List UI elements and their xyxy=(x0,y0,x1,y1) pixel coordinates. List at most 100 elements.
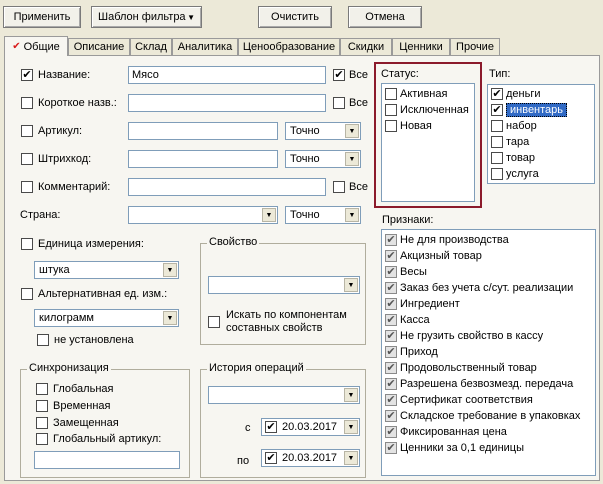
type-set-checkbox[interactable] xyxy=(491,120,503,132)
unit-label: Единица измерения: xyxy=(38,238,144,250)
attribute-item[interactable]: ✔ Приход xyxy=(385,344,438,360)
country-select[interactable]: ▼ xyxy=(128,206,278,224)
sync-global-checkbox[interactable] xyxy=(36,383,48,395)
attribute-checkbox[interactable]: ✔ xyxy=(385,250,397,262)
chevron-down-icon: ▼ xyxy=(163,311,177,325)
status-excluded-checkbox[interactable] xyxy=(385,104,397,116)
attribute-item[interactable]: ✔ Ингредиент xyxy=(385,296,460,312)
not-set-checkbox[interactable] xyxy=(37,334,49,346)
unit-checkbox[interactable] xyxy=(21,238,33,250)
article-mode-select[interactable]: Точно ▼ xyxy=(285,122,361,140)
attribute-checkbox[interactable]: ✔ xyxy=(385,330,397,342)
country-mode-select[interactable]: Точно ▼ xyxy=(285,206,361,224)
status-new-checkbox[interactable] xyxy=(385,120,397,132)
global-article-input[interactable] xyxy=(34,451,180,469)
type-item-inventory[interactable]: ✔ инвентарь xyxy=(491,102,568,118)
attribute-item[interactable]: ✔ Фиксированная цена xyxy=(385,424,507,440)
attributes-list: ✔ Не для производства ✔ Акцизный товар ✔ Ве… xyxy=(381,229,596,476)
type-money-checkbox[interactable]: ✔ xyxy=(491,88,503,100)
short-name-checkbox[interactable] xyxy=(21,97,33,109)
attribute-item[interactable]: ✔ Продовольственный товар xyxy=(385,360,537,376)
tab-price-tags[interactable]: Ценники xyxy=(392,38,450,55)
short-name-all-checkbox[interactable] xyxy=(333,97,345,109)
type-inventory-checkbox[interactable]: ✔ xyxy=(491,104,503,116)
tab-warehouse[interactable]: Склад xyxy=(130,38,172,55)
type-item-goods[interactable]: товар xyxy=(491,150,535,166)
status-item-new[interactable]: Новая xyxy=(385,118,432,134)
alt-unit-select[interactable]: килограмм ▼ xyxy=(34,309,179,327)
history-select[interactable]: ▼ xyxy=(208,386,360,404)
sync-replaced-checkbox[interactable] xyxy=(36,417,48,429)
attribute-checkbox[interactable]: ✔ xyxy=(385,442,397,454)
type-container-checkbox[interactable] xyxy=(491,136,503,148)
type-item-set[interactable]: набор xyxy=(491,118,537,134)
attribute-checkbox[interactable]: ✔ xyxy=(385,234,397,246)
attribute-checkbox[interactable]: ✔ xyxy=(385,346,397,358)
cancel-button[interactable]: Отмена xyxy=(348,6,422,28)
short-name-input[interactable] xyxy=(128,94,326,112)
attribute-item[interactable]: ✔ Разрешена безвозмезд. передача xyxy=(385,376,573,392)
search-components-checkbox[interactable] xyxy=(208,316,220,328)
type-item-money[interactable]: ✔ деньги xyxy=(491,86,541,102)
attribute-checkbox[interactable]: ✔ xyxy=(385,362,397,374)
filter-template-button[interactable]: Шаблон фильтра ▼ xyxy=(91,6,202,28)
name-input[interactable]: Мясо xyxy=(128,66,326,84)
attribute-item[interactable]: ✔ Не грузить свойство в кассу xyxy=(385,328,543,344)
status-item-active[interactable]: Активная xyxy=(385,86,447,102)
barcode-checkbox[interactable] xyxy=(21,153,33,165)
history-to-checkbox[interactable]: ✔ xyxy=(265,452,277,464)
attribute-checkbox[interactable]: ✔ xyxy=(385,378,397,390)
name-checkbox[interactable]: ✔ xyxy=(21,69,33,81)
attribute-checkbox[interactable]: ✔ xyxy=(385,426,397,438)
tab-description[interactable]: Описание xyxy=(68,38,130,55)
article-checkbox[interactable] xyxy=(21,125,33,137)
type-service-checkbox[interactable] xyxy=(491,168,503,180)
filter-template-label: Шаблон фильтра xyxy=(98,11,186,23)
clear-button[interactable]: Очистить xyxy=(258,6,332,28)
comment-label: Комментарий: xyxy=(38,181,111,193)
sync-temporary-checkbox[interactable] xyxy=(36,400,48,412)
name-all-checkbox[interactable]: ✔ xyxy=(333,69,345,81)
attribute-checkbox[interactable]: ✔ xyxy=(385,266,397,278)
apply-button[interactable]: Применить xyxy=(3,6,81,28)
unit-select[interactable]: штука ▼ xyxy=(34,261,179,279)
type-goods-checkbox[interactable] xyxy=(491,152,503,164)
attribute-item[interactable]: ✔ Весы xyxy=(385,264,427,280)
comment-checkbox[interactable] xyxy=(21,181,33,193)
barcode-mode-select[interactable]: Точно ▼ xyxy=(285,150,361,168)
property-select[interactable]: ▼ xyxy=(208,276,360,294)
type-item-container[interactable]: тара xyxy=(491,134,529,150)
attribute-item[interactable]: ✔ Акцизный товар xyxy=(385,248,482,264)
tab-analytics[interactable]: Аналитика xyxy=(172,38,238,55)
status-item-excluded[interactable]: Исключенная xyxy=(385,102,469,118)
alt-unit-checkbox[interactable] xyxy=(21,288,33,300)
type-item-service[interactable]: услуга xyxy=(491,166,539,182)
history-from-date[interactable]: ✔ 20.03.2017 ▼ xyxy=(261,418,360,436)
status-active-checkbox[interactable] xyxy=(385,88,397,100)
tab-general[interactable]: ✔ Общие xyxy=(4,36,68,56)
history-to-date[interactable]: ✔ 20.03.2017 ▼ xyxy=(261,449,360,467)
attribute-checkbox[interactable]: ✔ xyxy=(385,298,397,310)
attribute-item[interactable]: ✔ Складское требование в упаковках xyxy=(385,408,580,424)
attribute-checkbox[interactable]: ✔ xyxy=(385,394,397,406)
attribute-item[interactable]: ✔ Сертификат соответствия xyxy=(385,392,533,408)
comment-all-checkbox[interactable] xyxy=(333,181,345,193)
history-group-title: История операций xyxy=(207,362,306,374)
comment-input[interactable] xyxy=(128,178,326,196)
barcode-input[interactable] xyxy=(128,150,278,168)
attribute-checkbox[interactable]: ✔ xyxy=(385,410,397,422)
attribute-item[interactable]: ✔ Заказ без учета с/сут. реализации xyxy=(385,280,573,296)
attribute-item[interactable]: ✔ Не для производства xyxy=(385,232,509,248)
not-set-label: не установлена xyxy=(54,334,134,346)
attribute-item[interactable]: ✔ Ценники за 0,1 единицы xyxy=(385,440,524,456)
attribute-checkbox[interactable]: ✔ xyxy=(385,314,397,326)
sync-temporary-label: Временная xyxy=(53,400,111,412)
tab-pricing[interactable]: Ценообразование xyxy=(238,38,340,55)
history-from-checkbox[interactable]: ✔ xyxy=(265,421,277,433)
attribute-item[interactable]: ✔ Касса xyxy=(385,312,430,328)
sync-global-article-checkbox[interactable] xyxy=(36,433,48,445)
tab-other[interactable]: Прочие xyxy=(450,38,500,55)
attribute-checkbox[interactable]: ✔ xyxy=(385,282,397,294)
tab-discounts[interactable]: Скидки xyxy=(340,38,392,55)
article-input[interactable] xyxy=(128,122,278,140)
